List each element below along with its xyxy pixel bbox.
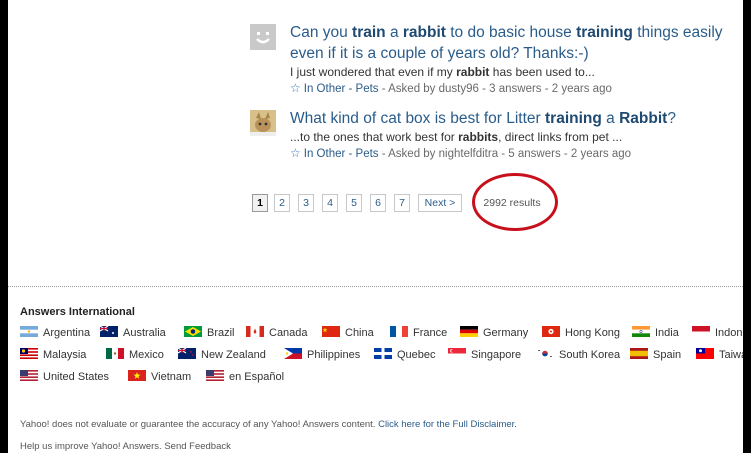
vietnam-flag-icon <box>128 370 146 381</box>
category-link[interactable]: In Other - Pets <box>304 148 379 160</box>
indonesia-flag-icon <box>692 326 710 337</box>
country-link-quebec[interactable]: Quebec <box>374 347 436 363</box>
red-highlight-circle <box>472 173 558 231</box>
united-states-flag-icon <box>20 370 38 381</box>
country-link-south-korea[interactable]: South Korea <box>536 347 620 363</box>
country-link-india[interactable]: India <box>632 325 679 341</box>
france-flag-icon <box>390 326 408 337</box>
singapore-flag-icon <box>448 348 466 359</box>
country-link-indonesia[interactable]: Indonesia <box>692 325 743 341</box>
country-link-germany[interactable]: Germany <box>460 325 528 341</box>
country-link-france[interactable]: France <box>390 325 447 341</box>
india-flag-icon <box>632 326 650 337</box>
window-frame-right <box>743 0 751 453</box>
page-7-link[interactable]: 7 <box>394 194 410 212</box>
china-flag-icon <box>322 326 340 337</box>
star-icon[interactable]: ☆ <box>290 146 301 160</box>
full-disclaimer-link[interactable]: Click here for the Full Disclaimer <box>378 419 514 430</box>
result-meta: ☆ In Other - Pets - Asked by dusty96 - 3 … <box>290 81 612 95</box>
spain-flag-icon <box>630 348 648 359</box>
country-link-en-espanol[interactable]: en Español <box>206 369 284 385</box>
country-link-brazil[interactable]: Brazil <box>184 325 235 341</box>
argentina-flag-icon <box>20 326 38 337</box>
page-5-link[interactable]: 5 <box>346 194 362 212</box>
country-link-spain[interactable]: Spain <box>630 347 681 363</box>
result-title-link[interactable]: What kind of cat box is best for Litter … <box>290 108 740 129</box>
hong-kong-flag-icon <box>542 326 560 337</box>
country-link-philippines[interactable]: Philippines <box>284 347 360 363</box>
country-link-australia[interactable]: Australia <box>100 325 166 341</box>
philippines-flag-icon <box>284 348 302 359</box>
country-link-new-zealand[interactable]: New Zealand <box>178 347 266 363</box>
country-link-china[interactable]: China <box>322 325 374 341</box>
brazil-flag-icon <box>184 326 202 337</box>
result-snippet: ...to the ones that work best for rabbit… <box>290 130 623 144</box>
answers-international-heading: Answers International <box>20 306 135 318</box>
country-link-singapore[interactable]: Singapore <box>448 347 521 363</box>
canada-flag-icon <box>246 326 264 337</box>
cat-avatar-icon[interactable] <box>250 110 276 136</box>
result-meta: ☆ In Other - Pets - Asked by nightelfditr… <box>290 146 632 160</box>
quebec-flag-icon <box>374 348 392 359</box>
result-title-link[interactable]: Can you train a rabbit to do basic house… <box>290 22 740 64</box>
answers-page: Can you train a rabbit to do basic house… <box>8 0 743 453</box>
smiley-avatar-icon[interactable] <box>250 24 276 50</box>
country-link-malaysia[interactable]: Malaysia <box>20 347 86 363</box>
en-espanol-flag-icon <box>206 370 224 381</box>
country-link-canada[interactable]: Canada <box>246 325 308 341</box>
malaysia-flag-icon <box>20 348 38 359</box>
taiwan-flag-icon <box>696 348 714 359</box>
next-page-button[interactable]: Next > <box>418 194 462 212</box>
page-4-link[interactable]: 4 <box>322 194 338 212</box>
country-link-argentina[interactable]: Argentina <box>20 325 90 341</box>
country-link-vietnam[interactable]: Vietnam <box>128 369 191 385</box>
mexico-flag-icon <box>106 348 124 359</box>
star-icon[interactable]: ☆ <box>290 81 301 95</box>
window-frame-left <box>0 0 8 453</box>
country-link-taiwan[interactable]: Taiwan <box>696 347 743 363</box>
disclaimer-text: Yahoo! does not evaluate or guarantee th… <box>20 419 517 430</box>
page-3-link[interactable]: 3 <box>298 194 314 212</box>
page-6-link[interactable]: 6 <box>370 194 386 212</box>
page-2-link[interactable]: 2 <box>274 194 290 212</box>
country-link-united-states[interactable]: United States <box>20 369 109 385</box>
country-link-hong-kong[interactable]: Hong Kong <box>542 325 620 341</box>
country-link-mexico[interactable]: Mexico <box>106 347 164 363</box>
send-feedback-link[interactable]: Help us improve Yahoo! Answers. Send Fee… <box>20 441 231 452</box>
page-1-button[interactable]: 1 <box>252 194 268 212</box>
germany-flag-icon <box>460 326 478 337</box>
australia-flag-icon <box>100 326 118 337</box>
result-snippet: I just wondered that even if my rabbit h… <box>290 65 595 79</box>
south-korea-flag-icon <box>536 348 554 359</box>
category-link[interactable]: In Other - Pets <box>304 83 379 95</box>
section-divider <box>8 286 743 287</box>
new-zealand-flag-icon <box>178 348 196 359</box>
